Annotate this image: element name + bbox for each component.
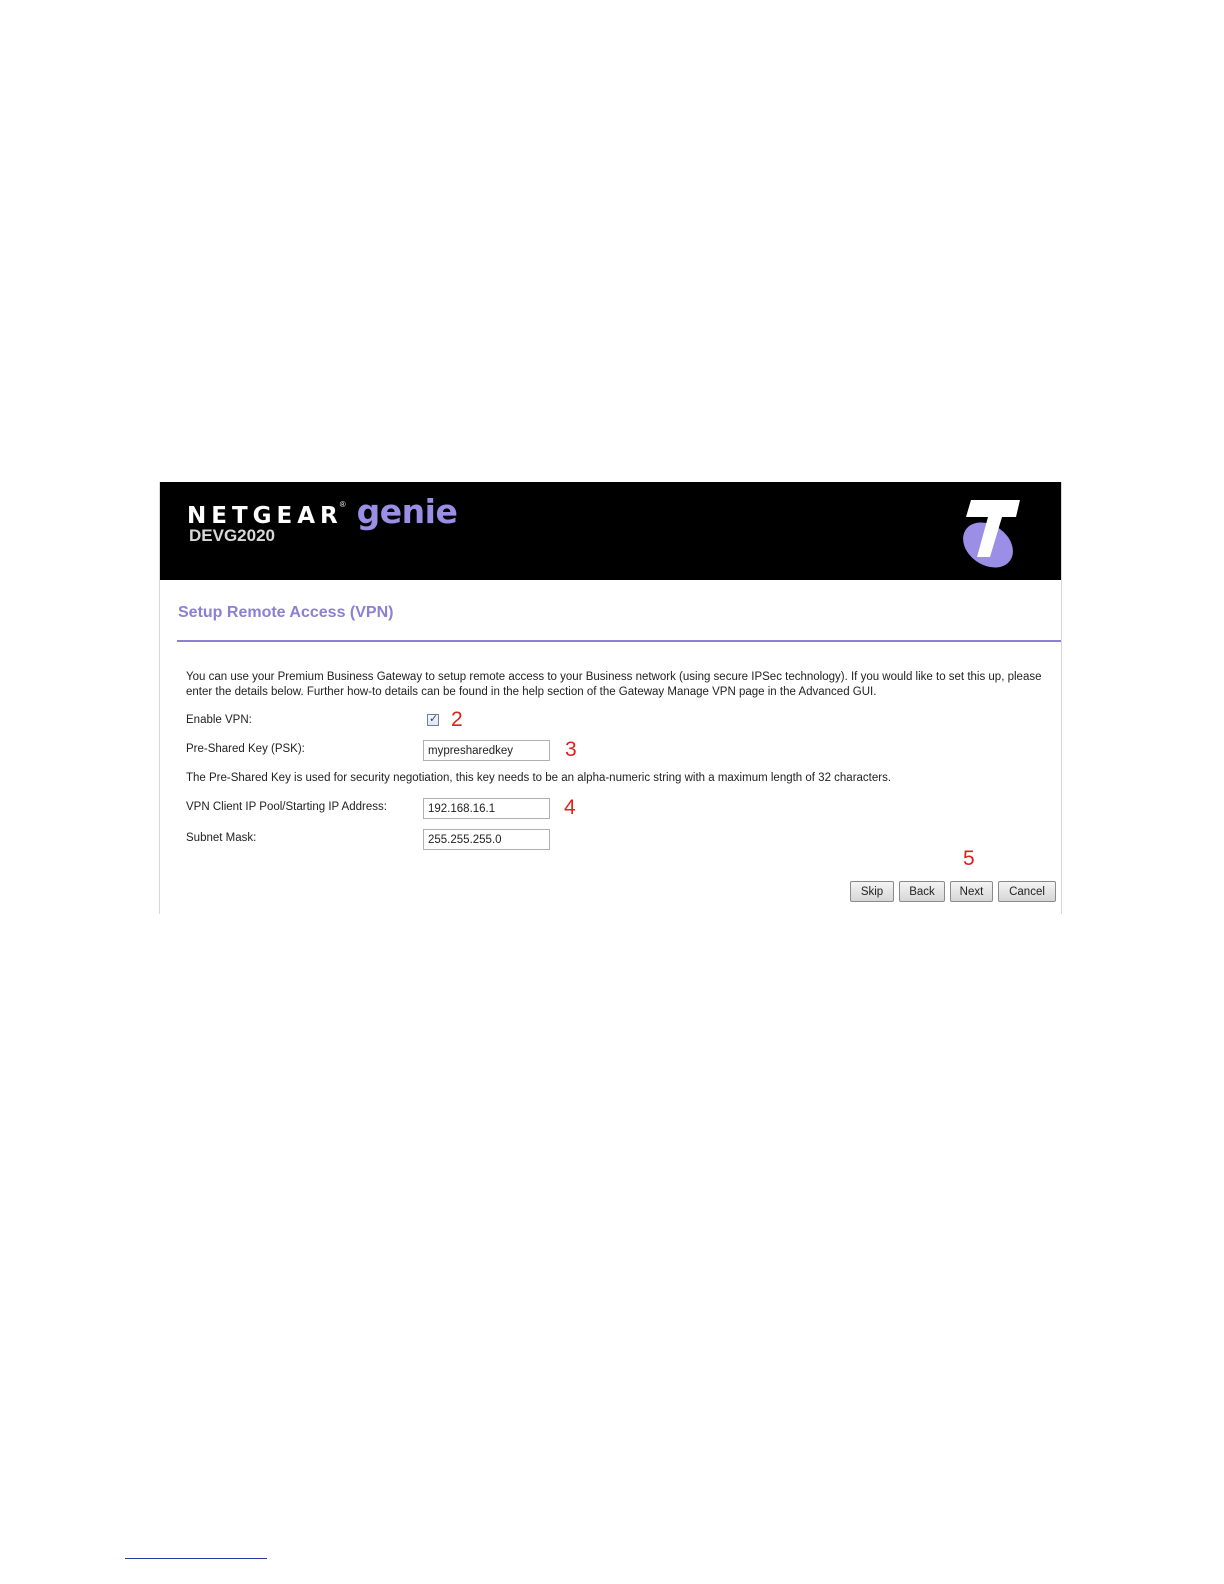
screenshot-frame: NETGEAR® genie DEVG2020 Setup Remote Acce… xyxy=(159,482,1062,914)
enable-vpn-label: Enable VPN: xyxy=(186,714,252,726)
cancel-button[interactable]: Cancel xyxy=(998,881,1056,902)
step-3-marker: 3 xyxy=(565,738,577,761)
skip-button[interactable]: Skip xyxy=(850,881,894,902)
intro-text: You can use your Premium Business Gatewa… xyxy=(186,671,1042,698)
step-4-marker: 4 xyxy=(564,796,576,819)
ip-pool-input[interactable] xyxy=(423,798,550,819)
step-5-marker: 5 xyxy=(963,847,975,870)
psk-input[interactable] xyxy=(423,740,550,761)
footnote-rule xyxy=(125,1558,267,1559)
title-divider xyxy=(177,640,1061,642)
product-name: genie xyxy=(356,492,458,531)
step-2-marker: 2 xyxy=(451,708,463,731)
checkmark-icon: ✓ xyxy=(429,713,439,725)
enable-vpn-checkbox[interactable]: ✓ xyxy=(427,713,439,726)
back-button[interactable]: Back xyxy=(899,881,945,902)
psk-label: Pre-Shared Key (PSK): xyxy=(186,743,305,755)
model-name: DEVG2020 xyxy=(189,526,275,545)
subnet-mask-label: Subnet Mask: xyxy=(186,832,257,844)
header-banner: NETGEAR® genie DEVG2020 xyxy=(160,482,1061,580)
ip-pool-label: VPN Client IP Pool/Starting IP Address: xyxy=(186,801,387,813)
registered-mark: ® xyxy=(339,500,346,509)
subnet-mask-input[interactable] xyxy=(423,829,550,850)
psk-note: The Pre-Shared Key is used for security … xyxy=(186,772,892,784)
next-button[interactable]: Next xyxy=(950,881,993,902)
page-title: Setup Remote Access (VPN) xyxy=(178,604,394,621)
telstra-t-logo-icon xyxy=(958,495,1024,569)
